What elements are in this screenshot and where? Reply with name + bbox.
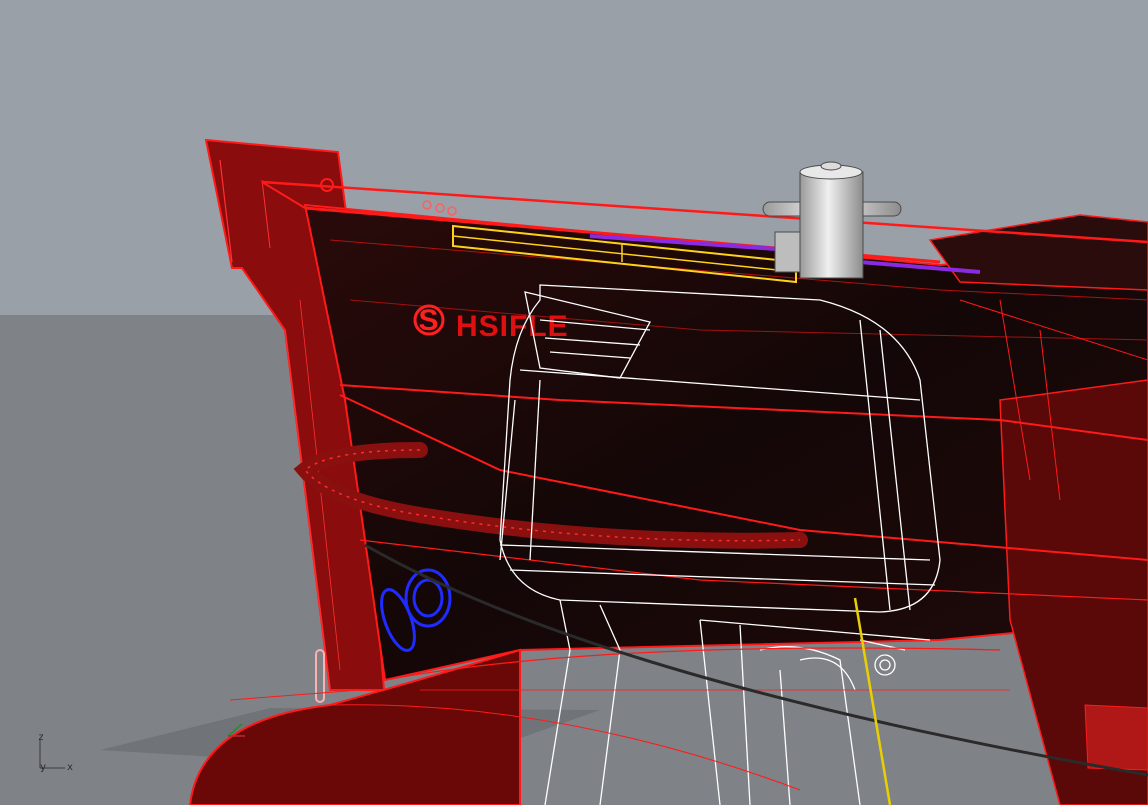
viewport-canvas[interactable]: S HSIFLE z y x — [0, 0, 1148, 805]
perspective-viewport[interactable]: S HSIFLE z y x — [0, 0, 1148, 805]
hull-logo-letter: S — [418, 304, 439, 337]
axis-y-label: y — [40, 762, 46, 773]
axis-x-label: x — [67, 762, 73, 773]
axis-z-label: z — [38, 732, 44, 743]
